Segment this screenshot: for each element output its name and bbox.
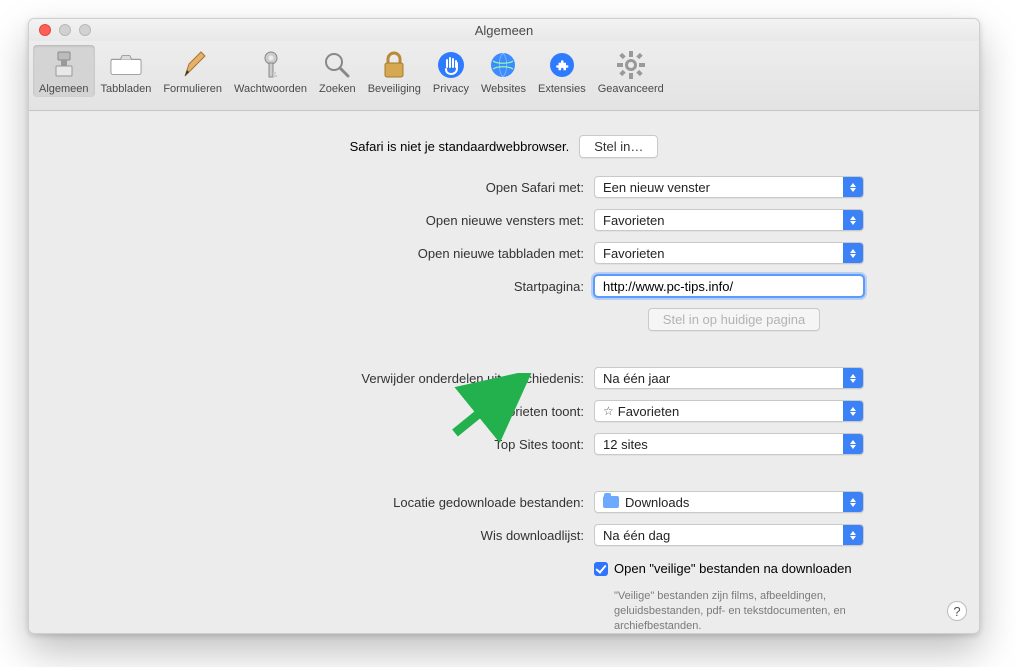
search-icon [321, 49, 353, 81]
set-to-current-page-button[interactable]: Stel in op huidige pagina [648, 308, 820, 331]
select-value: Favorieten [618, 404, 679, 419]
open-safari-with-label: Open Safari met: [124, 180, 584, 195]
chevron-updown-icon [843, 243, 863, 263]
homepage-field[interactable] [603, 279, 839, 294]
tab-websites[interactable]: Websites [475, 45, 532, 97]
hand-icon [435, 49, 467, 81]
favorites-shows-label: Favorieten toont: [124, 404, 584, 419]
folder-icon [603, 496, 619, 508]
tabs-icon [110, 49, 142, 81]
globe-icon [487, 49, 519, 81]
select-value: Een nieuw venster [603, 180, 710, 195]
select-value: Na één dag [603, 528, 670, 543]
favorites-shows-select[interactable]: ☆ Favorieten [594, 400, 864, 422]
tab-label: Algemeen [39, 83, 89, 95]
key-icon [255, 49, 287, 81]
clear-downloads-select[interactable]: Na één dag [594, 524, 864, 546]
open-safe-label: Open "veilige" bestanden na downloaden [614, 561, 852, 576]
gear-icon [615, 49, 647, 81]
tab-tabs[interactable]: Tabbladen [95, 45, 158, 97]
tab-security[interactable]: Beveiliging [362, 45, 427, 97]
star-icon: ☆ [603, 404, 614, 418]
clear-downloads-label: Wis downloadlijst: [124, 528, 584, 543]
pencil-icon [177, 49, 209, 81]
chevron-updown-icon [843, 401, 863, 421]
prefs-toolbar: Algemeen Tabbladen Formulieren Wachtwoor… [29, 41, 979, 111]
tab-label: Wachtwoorden [234, 83, 307, 95]
titlebar: Algemeen [29, 19, 979, 41]
chevron-updown-icon [843, 492, 863, 512]
open-safari-with-select[interactable]: Een nieuw venster [594, 176, 864, 198]
general-form: Open Safari met: Een nieuw venster Open … [124, 176, 884, 633]
window-title: Algemeen [29, 23, 979, 38]
open-new-windows-label: Open nieuwe vensters met: [124, 213, 584, 228]
open-new-tabs-select[interactable]: Favorieten [594, 242, 864, 264]
lock-icon [378, 49, 410, 81]
tab-label: Zoeken [319, 83, 356, 95]
homepage-label: Startpagina: [124, 279, 584, 294]
topsites-shows-label: Top Sites toont: [124, 437, 584, 452]
open-new-tabs-label: Open nieuwe tabbladen met: [124, 246, 584, 261]
default-browser-row: Safari is niet je standaardwebbrowser. S… [350, 135, 659, 158]
tab-autofill[interactable]: Formulieren [157, 45, 228, 97]
select-value: Downloads [625, 495, 689, 510]
help-button[interactable]: ? [947, 601, 967, 621]
window-controls [39, 24, 91, 36]
tab-label: Privacy [433, 83, 469, 95]
open-safe-description: "Veilige" bestanden zijn films, afbeeldi… [594, 589, 894, 633]
preferences-window: Algemeen Algemeen Tabbladen Formulieren [28, 18, 980, 634]
default-browser-message: Safari is niet je standaardwebbrowser. [350, 139, 570, 154]
tab-advanced[interactable]: Geavanceerd [592, 45, 670, 97]
select-value: Favorieten [603, 246, 664, 261]
download-location-select[interactable]: Downloads [594, 491, 864, 513]
tab-label: Beveiliging [368, 83, 421, 95]
download-location-label: Locatie gedownloade bestanden: [124, 495, 584, 510]
tab-label: Tabbladen [101, 83, 152, 95]
minimize-window-button[interactable] [59, 24, 71, 36]
tab-label: Geavanceerd [598, 83, 664, 95]
open-safe-checkbox[interactable] [594, 562, 608, 576]
tab-passwords[interactable]: Wachtwoorden [228, 45, 313, 97]
chevron-updown-icon [843, 368, 863, 388]
remove-history-label: Verwijder onderdelen uit geschiedenis: [124, 371, 584, 386]
tab-label: Websites [481, 83, 526, 95]
chevron-updown-icon [843, 434, 863, 454]
tab-extensions[interactable]: Extensies [532, 45, 592, 97]
select-value: Na één jaar [603, 371, 670, 386]
tab-general[interactable]: Algemeen [33, 45, 95, 97]
chevron-updown-icon [843, 525, 863, 545]
tab-privacy[interactable]: Privacy [427, 45, 475, 97]
select-value: 12 sites [603, 437, 648, 452]
select-value: Favorieten [603, 213, 664, 228]
chevron-updown-icon [843, 210, 863, 230]
open-safe-row: Open "veilige" bestanden na downloaden [594, 561, 894, 576]
tab-label: Formulieren [163, 83, 222, 95]
set-default-browser-button[interactable]: Stel in… [579, 135, 658, 158]
puzzle-icon [546, 49, 578, 81]
tab-search[interactable]: Zoeken [313, 45, 362, 97]
tab-label: Extensies [538, 83, 586, 95]
topsites-shows-select[interactable]: 12 sites [594, 433, 864, 455]
general-icon [48, 49, 80, 81]
open-new-windows-select[interactable]: Favorieten [594, 209, 864, 231]
zoom-window-button[interactable] [79, 24, 91, 36]
prefs-content: Safari is niet je standaardwebbrowser. S… [29, 111, 979, 633]
close-window-button[interactable] [39, 24, 51, 36]
chevron-updown-icon [843, 177, 863, 197]
remove-history-select[interactable]: Na één jaar [594, 367, 864, 389]
homepage-input[interactable] [594, 275, 864, 297]
